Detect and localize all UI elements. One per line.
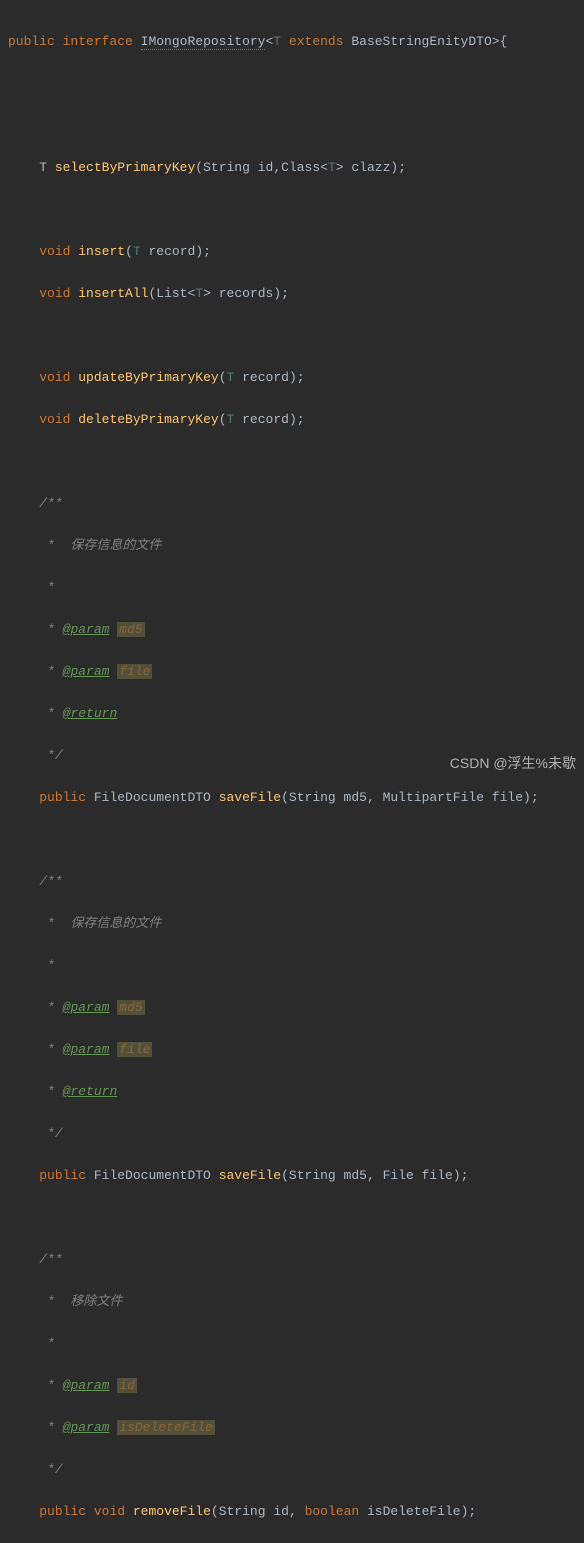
method-name: removeFile xyxy=(133,1504,211,1519)
keyword-interface: interface xyxy=(63,34,133,49)
code-line[interactable]: */ xyxy=(0,745,584,766)
javadoc-param-tag: @param xyxy=(63,664,110,679)
code-editor[interactable]: public interface IMongoRepository<T exte… xyxy=(0,0,584,1543)
code-line[interactable]: T selectByPrimaryKey(String id,Class<T> … xyxy=(0,157,584,178)
code-line[interactable]: * @return xyxy=(0,1081,584,1102)
code-line[interactable] xyxy=(0,73,584,94)
code-line[interactable]: public interface IMongoRepository<T exte… xyxy=(0,31,584,52)
javadoc-text: * 保存信息的文件 xyxy=(39,916,161,931)
code-line[interactable] xyxy=(0,451,584,472)
javadoc-param-tag: @param xyxy=(63,1378,110,1393)
return-type: FileDocumentDTO xyxy=(94,1168,211,1183)
code-line[interactable]: * xyxy=(0,577,584,598)
javadoc-text: * 保存信息的文件 xyxy=(39,538,161,553)
javadoc-param-name: file xyxy=(117,664,152,679)
javadoc-param-tag: @param xyxy=(63,1420,110,1435)
code-line[interactable] xyxy=(0,1207,584,1228)
code-line[interactable]: void deleteByPrimaryKey(T record); xyxy=(0,409,584,430)
javadoc-open: /** xyxy=(39,1252,62,1267)
code-line[interactable]: /** xyxy=(0,1249,584,1270)
code-line[interactable] xyxy=(0,115,584,136)
method-name: updateByPrimaryKey xyxy=(78,370,218,385)
javadoc-param-tag: @param xyxy=(63,1000,110,1015)
code-line[interactable]: public FileDocumentDTO saveFile(String m… xyxy=(0,1165,584,1186)
javadoc-param-name: md5 xyxy=(117,1000,144,1015)
javadoc-close: */ xyxy=(39,1462,62,1477)
javadoc-return-tag: @return xyxy=(63,706,118,721)
method-name: saveFile xyxy=(219,1168,281,1183)
code-line[interactable]: * 移除文件 xyxy=(0,1291,584,1312)
method-name: saveFile xyxy=(219,790,281,805)
javadoc-param-name: md5 xyxy=(117,622,144,637)
javadoc-text: * 移除文件 xyxy=(39,1294,122,1309)
code-line[interactable] xyxy=(0,199,584,220)
javadoc-param-name: file xyxy=(117,1042,152,1057)
keyword-public: public xyxy=(8,34,55,49)
code-line[interactable]: */ xyxy=(0,1459,584,1480)
code-line[interactable]: * @param file xyxy=(0,1039,584,1060)
javadoc-param-tag: @param xyxy=(63,622,110,637)
javadoc-param-name: id xyxy=(117,1378,137,1393)
code-line[interactable]: * xyxy=(0,1333,584,1354)
javadoc-return-tag: @return xyxy=(63,1084,118,1099)
javadoc-open: /** xyxy=(39,874,62,889)
code-line[interactable]: */ xyxy=(0,1123,584,1144)
code-line[interactable]: * @param isDeleteFile xyxy=(0,1417,584,1438)
return-type: FileDocumentDTO xyxy=(94,790,211,805)
interface-name: IMongoRepository xyxy=(141,34,266,50)
keyword-extends: extends xyxy=(289,34,344,49)
code-line[interactable] xyxy=(0,325,584,346)
generic-param: T xyxy=(273,34,281,49)
code-line[interactable]: /** xyxy=(0,871,584,892)
code-line[interactable]: void insertAll(List<T> records); xyxy=(0,283,584,304)
code-line[interactable]: void updateByPrimaryKey(T record); xyxy=(0,367,584,388)
code-line[interactable]: void insert(T record); xyxy=(0,241,584,262)
javadoc-close: */ xyxy=(39,748,62,763)
code-line[interactable] xyxy=(0,829,584,850)
base-type: BaseStringEnityDTO xyxy=(351,34,491,49)
code-line[interactable]: * xyxy=(0,955,584,976)
method-name: selectByPrimaryKey xyxy=(55,160,195,175)
code-line[interactable]: * @param id xyxy=(0,1375,584,1396)
javadoc-param-tag: @param xyxy=(63,1042,110,1057)
method-name: deleteByPrimaryKey xyxy=(78,412,218,427)
javadoc-param-name: isDeleteFile xyxy=(117,1420,215,1435)
code-line[interactable]: /** xyxy=(0,493,584,514)
method-name: insert xyxy=(78,244,125,259)
code-line[interactable]: public FileDocumentDTO saveFile(String m… xyxy=(0,787,584,808)
code-line[interactable]: * @param md5 xyxy=(0,619,584,640)
method-name: insertAll xyxy=(78,286,148,301)
code-line[interactable]: * @param md5 xyxy=(0,997,584,1018)
code-line[interactable]: * 保存信息的文件 xyxy=(0,913,584,934)
code-line[interactable]: * @param file xyxy=(0,661,584,682)
javadoc-close: */ xyxy=(39,1126,62,1141)
code-line[interactable]: * @return xyxy=(0,703,584,724)
javadoc-open: /** xyxy=(39,496,62,511)
code-line[interactable]: public void removeFile(String id, boolea… xyxy=(0,1501,584,1522)
code-line[interactable]: * 保存信息的文件 xyxy=(0,535,584,556)
